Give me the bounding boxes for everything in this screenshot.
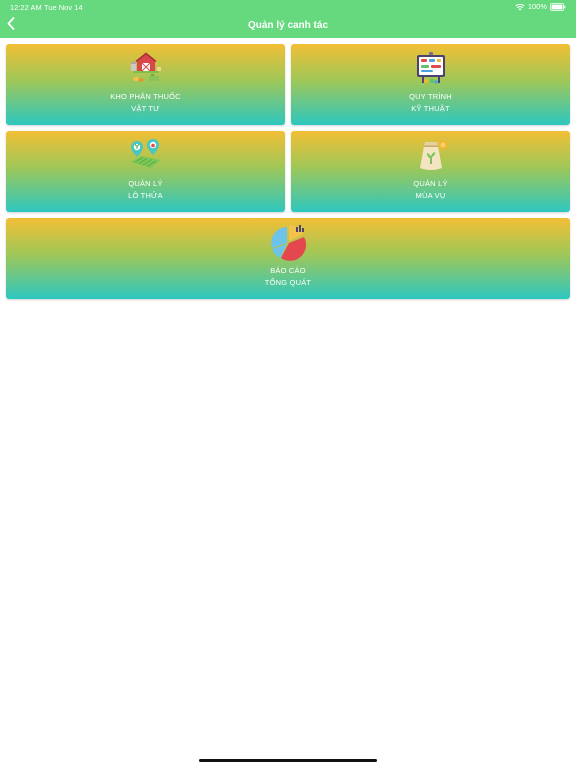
status-right: 100%	[515, 2, 566, 11]
card-label-line1: BÁO CÁO	[270, 266, 306, 275]
card-season[interactable]: QUẢN LÝ MÙA VỤ	[291, 131, 570, 212]
process-board-icon	[412, 49, 450, 87]
card-label-line1: KHO PHÂN THUỐC	[110, 92, 181, 101]
card-label-line2: TỔNG QUÁT	[264, 278, 312, 287]
card-label-line2: VẬT TƯ	[131, 104, 160, 113]
card-label: BÁO CÁO TỔNG QUÁT	[6, 265, 570, 289]
nav-header: 12:22 AM Tue Nov 14 100% Quản lý canh tá…	[0, 0, 576, 38]
card-label-line1: QUẢN LÝ	[128, 179, 163, 188]
card-process[interactable]: QUY TRÌNH KỸ THUẬT	[291, 44, 570, 125]
seed-bag-icon	[412, 136, 450, 174]
pie-chart-icon	[269, 223, 307, 261]
card-label: QUY TRÌNH KỸ THUẬT	[291, 91, 570, 115]
status-time: 12:22 AM	[10, 3, 42, 12]
status-bar: 12:22 AM Tue Nov 14 100%	[0, 0, 576, 14]
home-indicator[interactable]	[199, 759, 377, 762]
land-plot-icon	[127, 136, 165, 174]
card-label: QUẢN LÝ MÙA VỤ	[291, 178, 570, 202]
wifi-icon	[515, 3, 525, 11]
card-label: KHO PHÂN THUỐC VẬT TƯ	[6, 91, 285, 115]
card-warehouse[interactable]: KHO PHÂN THUỐC VẬT TƯ	[6, 44, 285, 125]
card-label-line1: QUẢN LÝ	[413, 179, 448, 188]
battery-percent: 100%	[527, 2, 547, 11]
battery-icon	[550, 2, 566, 11]
card-label-line2: KỸ THUẬT	[411, 104, 450, 113]
card-label: QUẢN LÝ LÔ THỬA	[6, 178, 285, 202]
status-date: Tue Nov 14	[44, 3, 83, 12]
card-label-line2: LÔ THỬA	[128, 191, 163, 200]
page-title: Quản lý canh tác	[247, 20, 329, 31]
card-land-plot[interactable]: QUẢN LÝ LÔ THỬA	[6, 131, 285, 212]
farm-barn-icon	[127, 49, 165, 87]
card-label-line1: QUY TRÌNH	[409, 92, 452, 101]
card-report[interactable]: BÁO CÁO TỔNG QUÁT	[6, 218, 570, 299]
card-label-line2: MÙA VỤ	[415, 191, 446, 200]
